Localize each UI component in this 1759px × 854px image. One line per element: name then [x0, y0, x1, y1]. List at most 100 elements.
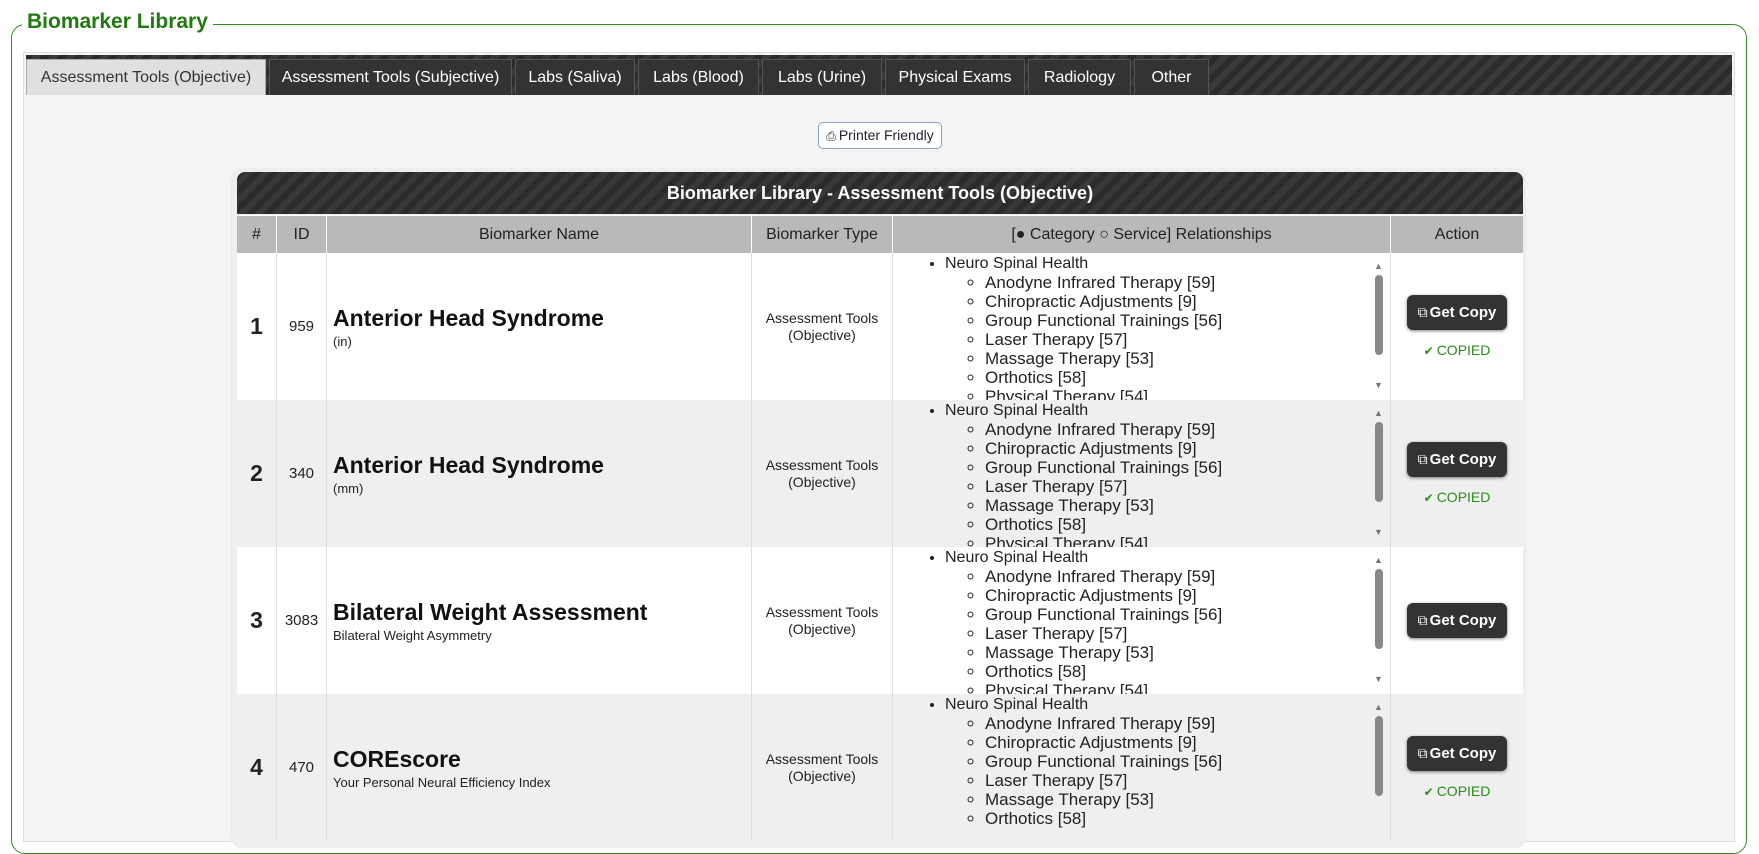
fieldset-legend: Biomarker Library — [22, 10, 213, 34]
relationships-scrollbox[interactable]: Neuro Spinal Health Anodyne Infrared The… — [893, 694, 1391, 841]
row-number: 3 — [237, 547, 277, 694]
service-list: Anodyne Infrared Therapy [59] Chiropract… — [945, 714, 1390, 828]
header-biomarker-type: Biomarker Type — [752, 216, 893, 253]
tab-assessment-subjective[interactable]: Assessment Tools (Subjective) — [269, 59, 512, 95]
action-cell: ⧉ Get Copy — [1391, 547, 1523, 694]
tab-labs-urine[interactable]: Labs (Urine) — [762, 59, 882, 95]
tab-labs-saliva[interactable]: Labs (Saliva) — [515, 59, 635, 95]
tab-physical-exams[interactable]: Physical Exams — [885, 59, 1025, 95]
biomarker-type: Assessment Tools (Objective) — [752, 400, 893, 547]
category-name: Neuro Spinal Health — [945, 255, 1089, 272]
relationships-scrollbox[interactable]: Neuro Spinal Health Anodyne Infrared The… — [893, 400, 1391, 547]
get-copy-button[interactable]: ⧉ Get Copy — [1407, 295, 1507, 330]
biomarker-name-cell: Bilateral Weight Assessment Bilateral We… — [327, 547, 752, 694]
service-item: Orthotics [58] — [985, 515, 1390, 534]
scrollbar[interactable]: ▲ ▼ — [1374, 408, 1383, 537]
table-header-row: # ID Biomarker Name Biomarker Type [● Ca… — [237, 215, 1523, 253]
row-id: 959 — [277, 253, 327, 400]
service-item: Massage Therapy [53] — [985, 349, 1390, 368]
copy-icon: ⧉ — [1417, 745, 1428, 761]
service-item: Laser Therapy [57] — [985, 624, 1390, 643]
service-item: Laser Therapy [57] — [985, 771, 1390, 790]
service-item: Chiropractic Adjustments [9] — [985, 292, 1390, 311]
scroll-up-icon[interactable]: ▲ — [1374, 702, 1383, 712]
scroll-thumb[interactable] — [1375, 569, 1383, 649]
table-row: 4 470 COREscore Your Personal Neural Eff… — [237, 694, 1523, 841]
header-relationships: [● Category ○ Service] Relationships — [893, 216, 1391, 253]
biomarker-name: COREscore — [333, 745, 461, 772]
service-item: Orthotics [58] — [985, 368, 1390, 387]
row-number: 1 — [237, 253, 277, 400]
service-item: Chiropractic Adjustments [9] — [985, 733, 1390, 752]
scroll-thumb[interactable] — [1375, 716, 1383, 796]
header-action: Action — [1434, 226, 1480, 243]
scroll-thumb[interactable] — [1375, 422, 1383, 502]
scroll-down-icon[interactable]: ▼ — [1374, 674, 1383, 684]
biomarker-name: Bilateral Weight Assessment — [333, 598, 648, 625]
category-list: Neuro Spinal Health Anodyne Infrared The… — [893, 402, 1390, 547]
table-row: 3 3083 Bilateral Weight Assessment Bilat… — [237, 547, 1523, 694]
scroll-up-icon[interactable]: ▲ — [1374, 261, 1383, 271]
get-copy-button[interactable]: ⧉ Get Copy — [1407, 603, 1507, 638]
header-number: # — [237, 216, 277, 253]
tab-other[interactable]: Other — [1134, 59, 1209, 95]
copied-status: ✔ COPIED — [1423, 342, 1491, 358]
table-row: 1 959 Anterior Head Syndrome (in) Assess… — [237, 253, 1523, 400]
tab-bar: Assessment Tools (Objective) Assessment … — [26, 55, 1732, 95]
tab-assessment-objective[interactable]: Assessment Tools (Objective) — [26, 59, 266, 95]
service-list: Anodyne Infrared Therapy [59] Chiropract… — [945, 273, 1390, 400]
copy-icon: ⧉ — [1417, 304, 1428, 320]
scrollbar[interactable]: ▲ ▼ — [1374, 261, 1383, 390]
scrollbar[interactable]: ▲ ▼ — [1374, 555, 1383, 684]
service-item: Massage Therapy [53] — [985, 790, 1390, 809]
scroll-down-icon[interactable]: ▼ — [1374, 527, 1383, 537]
biomarker-name-cell: COREscore Your Personal Neural Efficienc… — [327, 694, 752, 841]
get-copy-button[interactable]: ⧉ Get Copy — [1407, 736, 1507, 771]
category-list: Neuro Spinal Health Anodyne Infrared The… — [893, 255, 1390, 400]
scroll-up-icon[interactable]: ▲ — [1374, 408, 1383, 418]
tab-radiology[interactable]: Radiology — [1028, 59, 1131, 95]
printer-icon: ⎙ — [826, 129, 836, 143]
copy-icon: ⧉ — [1417, 451, 1428, 467]
scroll-up-icon[interactable]: ▲ — [1374, 555, 1383, 565]
service-item: Physical Therapy [54] — [985, 534, 1390, 547]
biomarker-name: Anterior Head Syndrome — [333, 304, 604, 331]
relationships-scrollbox[interactable]: Neuro Spinal Health Anodyne Infrared The… — [893, 253, 1391, 400]
service-item: Group Functional Trainings [56] — [985, 752, 1390, 771]
row-id: 470 — [277, 694, 327, 841]
biomarker-subtitle: (in) — [333, 333, 352, 349]
biomarker-subtitle: (mm) — [333, 480, 364, 496]
category-name: Neuro Spinal Health — [945, 696, 1089, 713]
printer-friendly-button[interactable]: ⎙ Printer Friendly — [818, 122, 942, 149]
service-item: Anodyne Infrared Therapy [59] — [985, 273, 1390, 292]
service-item: Chiropractic Adjustments [9] — [985, 439, 1390, 458]
service-item: Massage Therapy [53] — [985, 643, 1390, 662]
row-id: 340 — [277, 400, 327, 547]
row-id: 3083 — [277, 547, 327, 694]
action-cell: ⧉ Get Copy ✔ COPIED — [1391, 400, 1523, 547]
scrollbar[interactable]: ▲ — [1374, 702, 1383, 831]
action-cell: ⧉ Get Copy ✔ COPIED — [1391, 253, 1523, 400]
service-item: Group Functional Trainings [56] — [985, 311, 1390, 330]
get-copy-button[interactable]: ⧉ Get Copy — [1407, 442, 1507, 477]
service-item: Group Functional Trainings [56] — [985, 605, 1390, 624]
service-item: Physical Therapy [54] — [985, 681, 1390, 694]
check-circle-icon: ✔ — [1423, 785, 1434, 799]
category-name: Neuro Spinal Health — [945, 402, 1089, 419]
service-item: Orthotics [58] — [985, 809, 1390, 828]
scroll-thumb[interactable] — [1375, 275, 1383, 355]
category-name: Neuro Spinal Health — [945, 549, 1089, 566]
service-item: Physical Therapy [54] — [985, 387, 1390, 400]
biomarker-subtitle: Bilateral Weight Asymmetry — [333, 627, 492, 643]
service-item: Anodyne Infrared Therapy [59] — [985, 714, 1390, 733]
biomarker-name: Anterior Head Syndrome — [333, 451, 604, 478]
scroll-down-icon[interactable]: ▼ — [1374, 380, 1383, 390]
relationships-scrollbox[interactable]: Neuro Spinal Health Anodyne Infrared The… — [893, 547, 1391, 694]
check-circle-icon: ✔ — [1423, 344, 1434, 358]
biomarker-type: Assessment Tools (Objective) — [752, 253, 893, 400]
copied-status: ✔ COPIED — [1423, 783, 1491, 799]
biomarker-subtitle: Your Personal Neural Efficiency Index — [333, 774, 551, 790]
tab-labs-blood[interactable]: Labs (Blood) — [638, 59, 759, 95]
header-id: ID — [277, 216, 327, 253]
service-item: Massage Therapy [53] — [985, 496, 1390, 515]
